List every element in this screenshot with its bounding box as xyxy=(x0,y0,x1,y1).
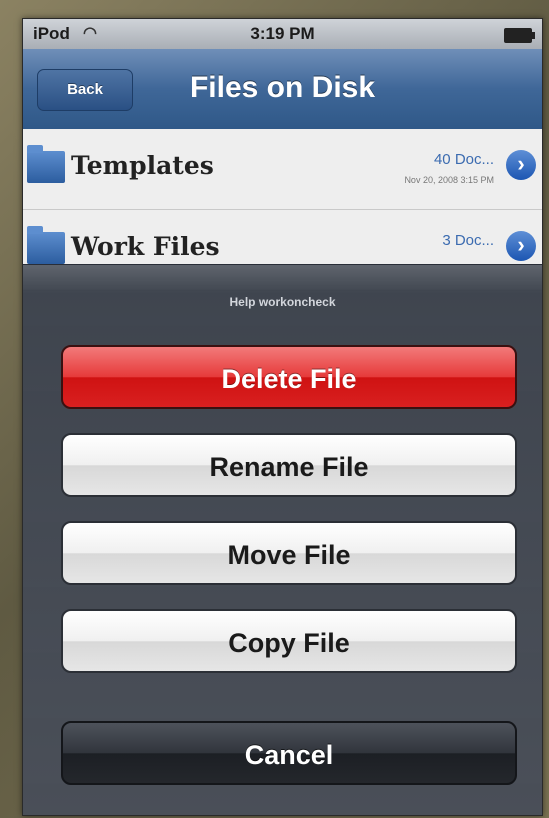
copy-file-button[interactable]: Copy File xyxy=(61,609,517,673)
rename-file-button[interactable]: Rename File xyxy=(61,433,517,497)
disclosure-icon[interactable]: › xyxy=(506,231,536,261)
file-name: Work Files xyxy=(71,232,220,261)
phone-screen: iPod ◠ 3:19 PM Back Files on Disk Templa… xyxy=(22,18,543,816)
status-time: 3:19 PM xyxy=(250,24,315,43)
disclosure-icon[interactable]: › xyxy=(506,150,536,180)
file-size: 40 Doc... xyxy=(433,151,494,168)
file-size: 3 Doc... xyxy=(442,232,494,249)
action-sheet: Help workoncheck Delete File Rename File… xyxy=(23,264,542,815)
file-name: Templates xyxy=(71,151,214,180)
file-date: Nov 20, 2008 3:15 PM xyxy=(404,175,494,185)
battery-icon xyxy=(504,28,535,43)
list-item[interactable]: Templates 40 Doc... Nov 20, 2008 3:15 PM… xyxy=(23,129,542,210)
page-title: Files on Disk xyxy=(189,71,376,104)
cancel-button[interactable]: Cancel xyxy=(61,721,517,785)
folder-icon xyxy=(27,145,65,183)
folder-icon xyxy=(27,226,65,264)
navigation-bar: Back Files on Disk xyxy=(23,49,542,130)
status-bar: iPod ◠ 3:19 PM xyxy=(23,19,542,49)
move-file-button[interactable]: Move File xyxy=(61,521,517,585)
delete-file-button[interactable]: Delete File xyxy=(61,345,517,409)
action-sheet-title: Help workoncheck xyxy=(229,295,336,309)
